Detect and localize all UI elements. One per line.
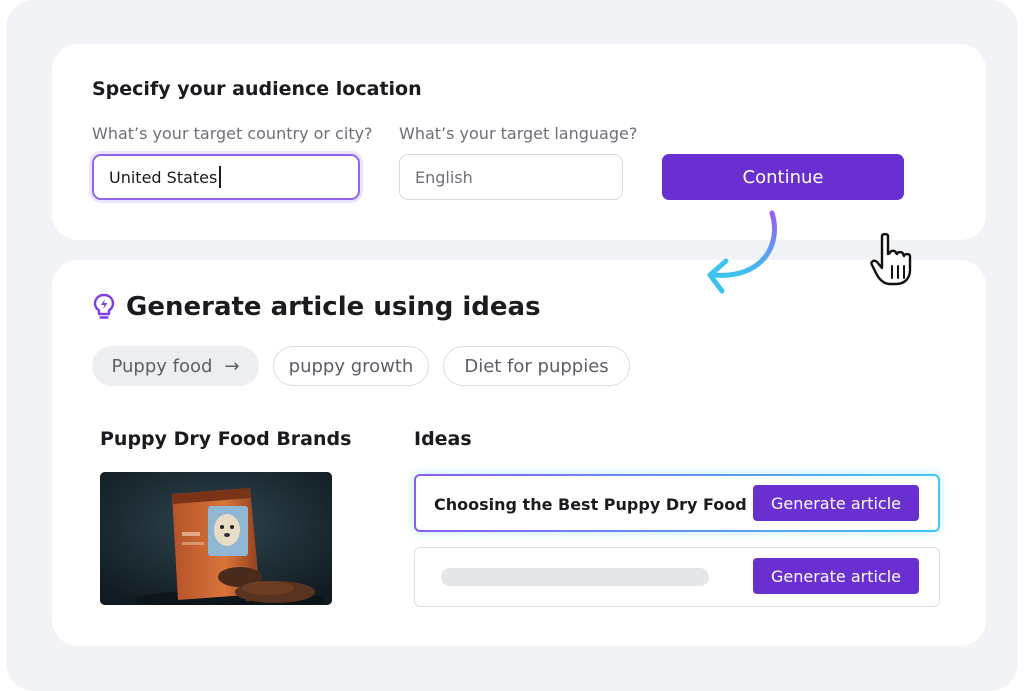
country-label: What’s your target country or city?: [92, 124, 373, 143]
language-label: What’s your target language?: [399, 124, 638, 143]
continue-button[interactable]: Continue: [662, 154, 904, 200]
chip-label: Puppy food: [111, 355, 213, 377]
product-heading: Puppy Dry Food Brands: [100, 428, 352, 450]
chip-puppy-food[interactable]: Puppy food →: [92, 346, 259, 386]
chip-diet-for-puppies[interactable]: Diet for puppies: [443, 346, 630, 386]
hand-cursor-icon: [870, 232, 912, 286]
idea-row: Choosing the Best Puppy Dry Food Generat…: [414, 474, 940, 532]
country-input[interactable]: United States: [92, 154, 360, 200]
country-input-value: United States: [109, 167, 218, 187]
generate-title: Generate article using ideas: [126, 292, 541, 322]
text-caret: [219, 166, 222, 188]
ideas-heading: Ideas: [414, 428, 472, 450]
generate-article-button[interactable]: Generate article: [753, 485, 919, 521]
idea-title: Choosing the Best Puppy Dry Food: [434, 495, 747, 514]
curved-arrow-icon: [707, 210, 778, 294]
chip-puppy-growth[interactable]: puppy growth: [273, 346, 429, 386]
chip-label: puppy growth: [288, 355, 414, 377]
arrow-right-icon: →: [224, 355, 240, 377]
generate-article-button[interactable]: Generate article: [753, 558, 919, 594]
audience-card: Specify your audience location What’s yo…: [52, 44, 986, 240]
idea-row-loading: Generate article: [414, 547, 940, 607]
lightbulb-icon: [93, 293, 115, 319]
app-frame: Specify your audience location What’s yo…: [6, 0, 1018, 691]
generate-card: Generate article using ideas Puppy food …: [52, 260, 986, 646]
audience-title: Specify your audience location: [92, 78, 422, 100]
loading-skeleton: [441, 568, 709, 586]
product-image: [100, 472, 332, 605]
language-input[interactable]: English: [399, 154, 623, 200]
language-input-placeholder: English: [415, 167, 473, 187]
chip-label: Diet for puppies: [464, 355, 609, 377]
